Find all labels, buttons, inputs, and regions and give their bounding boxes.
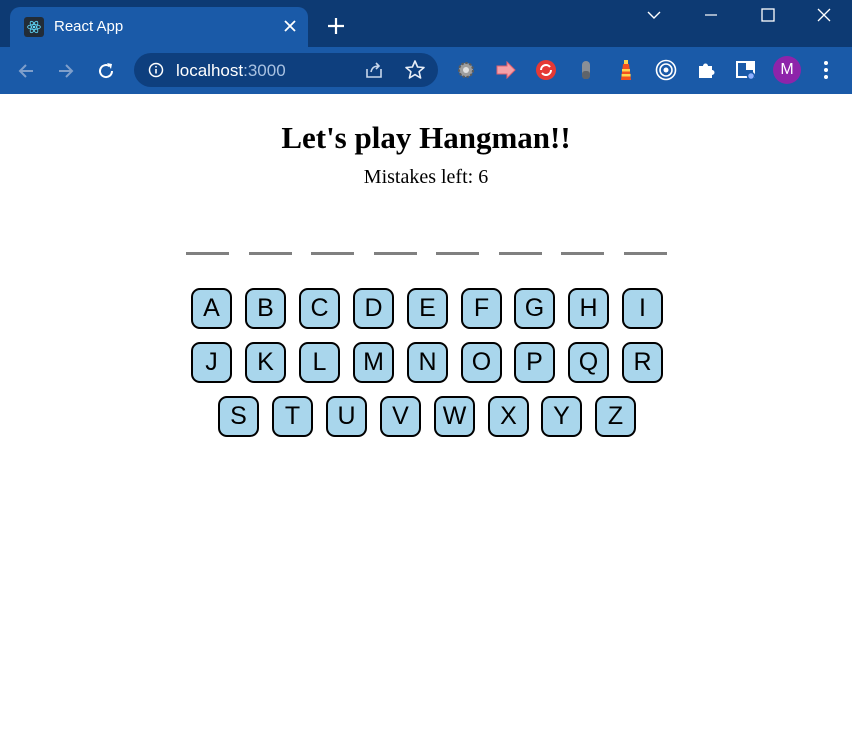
profile-avatar[interactable]: M <box>773 56 801 84</box>
letter-key-s[interactable]: S <box>218 396 259 437</box>
letter-key-g[interactable]: G <box>514 288 555 329</box>
letter-key-m[interactable]: M <box>353 342 394 383</box>
letter-key-k[interactable]: K <box>245 342 286 383</box>
letter-key-f[interactable]: F <box>461 288 502 329</box>
letter-key-d[interactable]: D <box>353 288 394 329</box>
lighthouse-icon[interactable] <box>613 57 639 83</box>
letter-key-y[interactable]: Y <box>541 396 582 437</box>
letter-key-w[interactable]: W <box>434 396 475 437</box>
tab-search-chevron-icon[interactable] <box>626 0 682 30</box>
bookmark-star-icon[interactable] <box>404 59 426 81</box>
letter-key-p[interactable]: P <box>514 342 555 383</box>
browser-toolbar: localhost:3000 M <box>0 47 852 94</box>
letter-key-n[interactable]: N <box>407 342 448 383</box>
tab-close-icon[interactable] <box>280 16 300 36</box>
letter-key-e[interactable]: E <box>407 288 448 329</box>
address-bar[interactable]: localhost:3000 <box>134 53 438 87</box>
letter-key-j[interactable]: J <box>191 342 232 383</box>
mistakes-counter: Mistakes left: 6 <box>363 166 489 188</box>
target-icon[interactable] <box>653 57 679 83</box>
share-icon[interactable] <box>364 60 384 80</box>
letter-key-q[interactable]: Q <box>568 342 609 383</box>
minimize-icon[interactable] <box>683 0 739 30</box>
letter-key-r[interactable]: R <box>622 342 663 383</box>
puzzle-icon[interactable] <box>693 57 719 83</box>
new-tab-plus-icon[interactable] <box>324 14 348 38</box>
letter-key-h[interactable]: H <box>568 288 609 329</box>
tab-title: React App <box>54 18 124 35</box>
letter-key-a[interactable]: A <box>191 288 232 329</box>
url-text[interactable]: localhost:3000 <box>176 61 286 81</box>
browser-title-bar: React App <box>0 0 852 47</box>
letter-key-o[interactable]: O <box>461 342 502 383</box>
site-info-icon[interactable] <box>148 62 164 78</box>
url-host: localhost <box>176 61 244 80</box>
settings-gear-icon[interactable] <box>453 57 479 83</box>
letter-blank <box>624 252 667 255</box>
letter-key-b[interactable]: B <box>245 288 286 329</box>
hangman-page: Let's play Hangman!! Mistakes left: 6 AB… <box>0 94 852 736</box>
red-sync-icon[interactable] <box>533 57 559 83</box>
gray-pin-icon[interactable] <box>573 57 599 83</box>
maximize-icon[interactable] <box>740 0 796 30</box>
letter-key-c[interactable]: C <box>299 288 340 329</box>
forward-arrow-icon[interactable] <box>52 57 80 85</box>
letter-blank <box>561 252 604 255</box>
close-window-icon[interactable] <box>796 0 852 30</box>
letter-key-i[interactable]: I <box>622 288 663 329</box>
letter-key-z[interactable]: Z <box>595 396 636 437</box>
letter-blank <box>311 252 354 255</box>
letter-key-t[interactable]: T <box>272 396 313 437</box>
letter-blank <box>249 252 292 255</box>
letter-blank <box>186 252 229 255</box>
browser-tab[interactable]: React App <box>10 7 308 47</box>
letter-key-x[interactable]: X <box>488 396 529 437</box>
reload-icon[interactable] <box>92 57 120 85</box>
back-arrow-icon[interactable] <box>12 57 40 85</box>
react-logo-icon <box>24 17 44 37</box>
letter-blank <box>499 252 542 255</box>
letter-key-l[interactable]: L <box>299 342 340 383</box>
letter-blank <box>436 252 479 255</box>
sidebar-icon[interactable] <box>733 57 759 83</box>
url-port: :3000 <box>243 61 286 80</box>
kebab-menu-icon[interactable] <box>813 57 839 83</box>
page-title: Let's play Hangman!! <box>281 120 571 155</box>
letter-key-u[interactable]: U <box>326 396 367 437</box>
letter-blank <box>374 252 417 255</box>
word-blanks <box>186 252 668 256</box>
pink-arrow-icon[interactable] <box>493 57 519 83</box>
letter-key-v[interactable]: V <box>380 396 421 437</box>
